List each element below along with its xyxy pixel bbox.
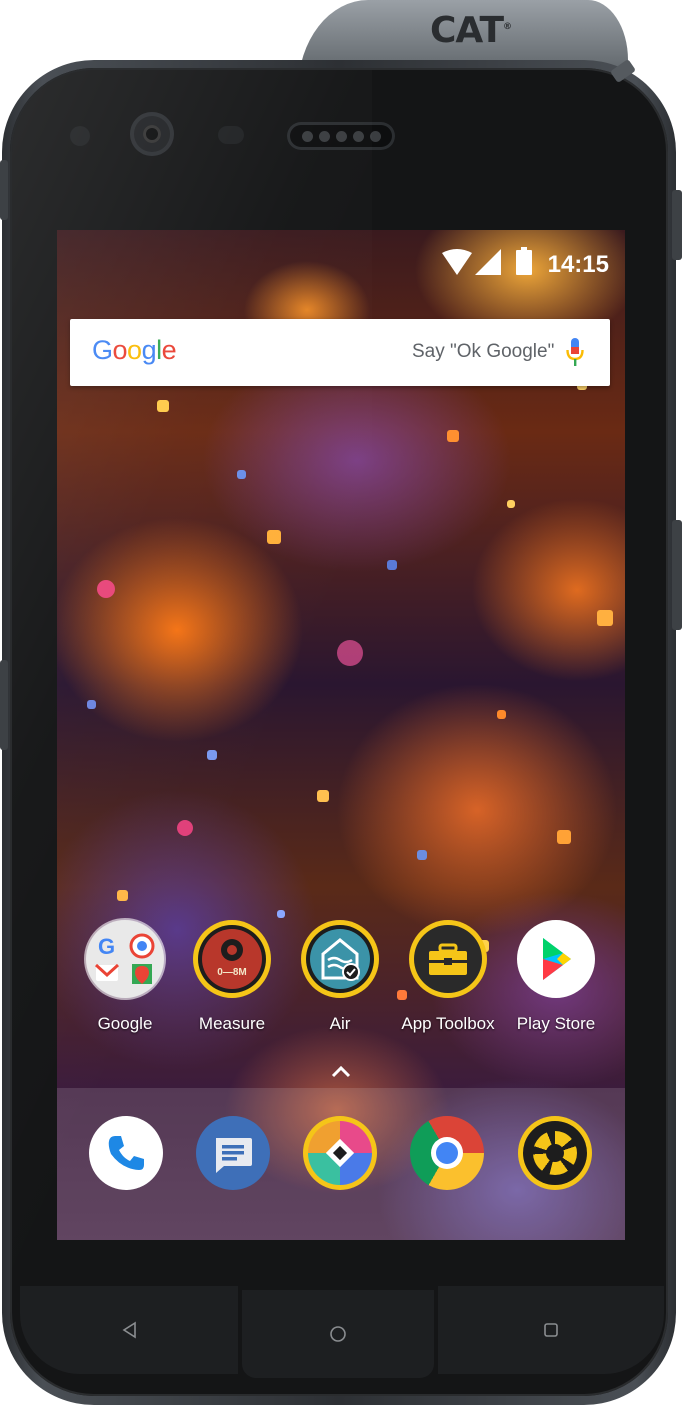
google-logo-letter: o: [127, 335, 142, 365]
camera-icon: [518, 1116, 592, 1190]
dock-app-phone[interactable]: [71, 1116, 181, 1190]
air-icon: [301, 920, 379, 998]
front-camera: [130, 112, 174, 156]
phone-icon: [89, 1116, 163, 1190]
app-air[interactable]: Air: [285, 920, 395, 1034]
google-folder-icon: G: [86, 920, 164, 998]
power-button[interactable]: [672, 190, 682, 260]
proximity-sensor: [70, 126, 90, 146]
google-logo: Google: [92, 335, 177, 366]
app-label: Google: [97, 1014, 153, 1033]
app-label: Air: [329, 1014, 351, 1033]
app-measure[interactable]: 0—8M Measure: [177, 920, 287, 1034]
recents-button[interactable]: [438, 1286, 664, 1374]
dock-app-chrome[interactable]: [392, 1116, 502, 1190]
app-google-folder[interactable]: G Google: [70, 920, 180, 1034]
back-button[interactable]: [20, 1286, 238, 1374]
home-screen: 14:15 Google Say "Ok Google" G Google 0—…: [57, 230, 625, 1240]
google-logo-letter: o: [112, 335, 128, 365]
wifi-icon: [442, 249, 472, 275]
google-search-bar[interactable]: Google Say "Ok Google": [70, 319, 610, 386]
chrome-icon-center: [436, 1142, 458, 1164]
google-logo-letter: g: [141, 335, 157, 365]
google-logo-letter: G: [92, 335, 113, 365]
app-label: Play Store: [516, 1014, 596, 1033]
back-icon: [122, 1321, 136, 1339]
toolbox-icon: [409, 920, 487, 998]
home-button[interactable]: [242, 1290, 434, 1378]
dock: [57, 1088, 625, 1240]
status-bar: 14:15: [57, 230, 625, 292]
launcher-icon: [303, 1116, 377, 1190]
side-button-left[interactable]: [0, 660, 8, 750]
measure-icon-label: 0—8M: [217, 967, 246, 978]
measure-icon: 0—8M: [193, 920, 271, 998]
play-store-icon: [517, 920, 595, 998]
signal-icon: [475, 249, 501, 275]
battery-icon: [516, 247, 532, 275]
side-button-top[interactable]: [0, 160, 8, 220]
search-hint: Say "Ok Google": [412, 341, 555, 362]
app-label: Measure: [198, 1014, 266, 1033]
camera-icon-hole: [546, 1144, 564, 1162]
hardware-nav-bar: [20, 1286, 664, 1378]
dock-app-launcher[interactable]: [285, 1116, 395, 1190]
earpiece-speaker: [287, 122, 395, 150]
svg-text:G: G: [98, 934, 115, 959]
cat-logo: CAT®: [430, 10, 512, 51]
volume-button[interactable]: [672, 520, 682, 630]
app-play-store[interactable]: Play Store: [501, 920, 611, 1034]
dock-app-messages[interactable]: [178, 1116, 288, 1190]
chrome-icon: [410, 1116, 484, 1190]
recents-icon: [544, 1323, 558, 1337]
status-time: 14:15: [547, 251, 609, 278]
app-drawer-arrow-icon[interactable]: [329, 1064, 353, 1080]
google-logo-letter: e: [161, 335, 177, 365]
messages-icon: [196, 1116, 270, 1190]
app-toolbox[interactable]: App Toolbox: [393, 920, 503, 1034]
light-sensor: [218, 126, 244, 144]
dock-app-camera[interactable]: [500, 1116, 610, 1190]
home-icon: [330, 1326, 346, 1342]
mic-icon[interactable]: [566, 338, 584, 368]
app-label: App Toolbox: [401, 1014, 495, 1033]
